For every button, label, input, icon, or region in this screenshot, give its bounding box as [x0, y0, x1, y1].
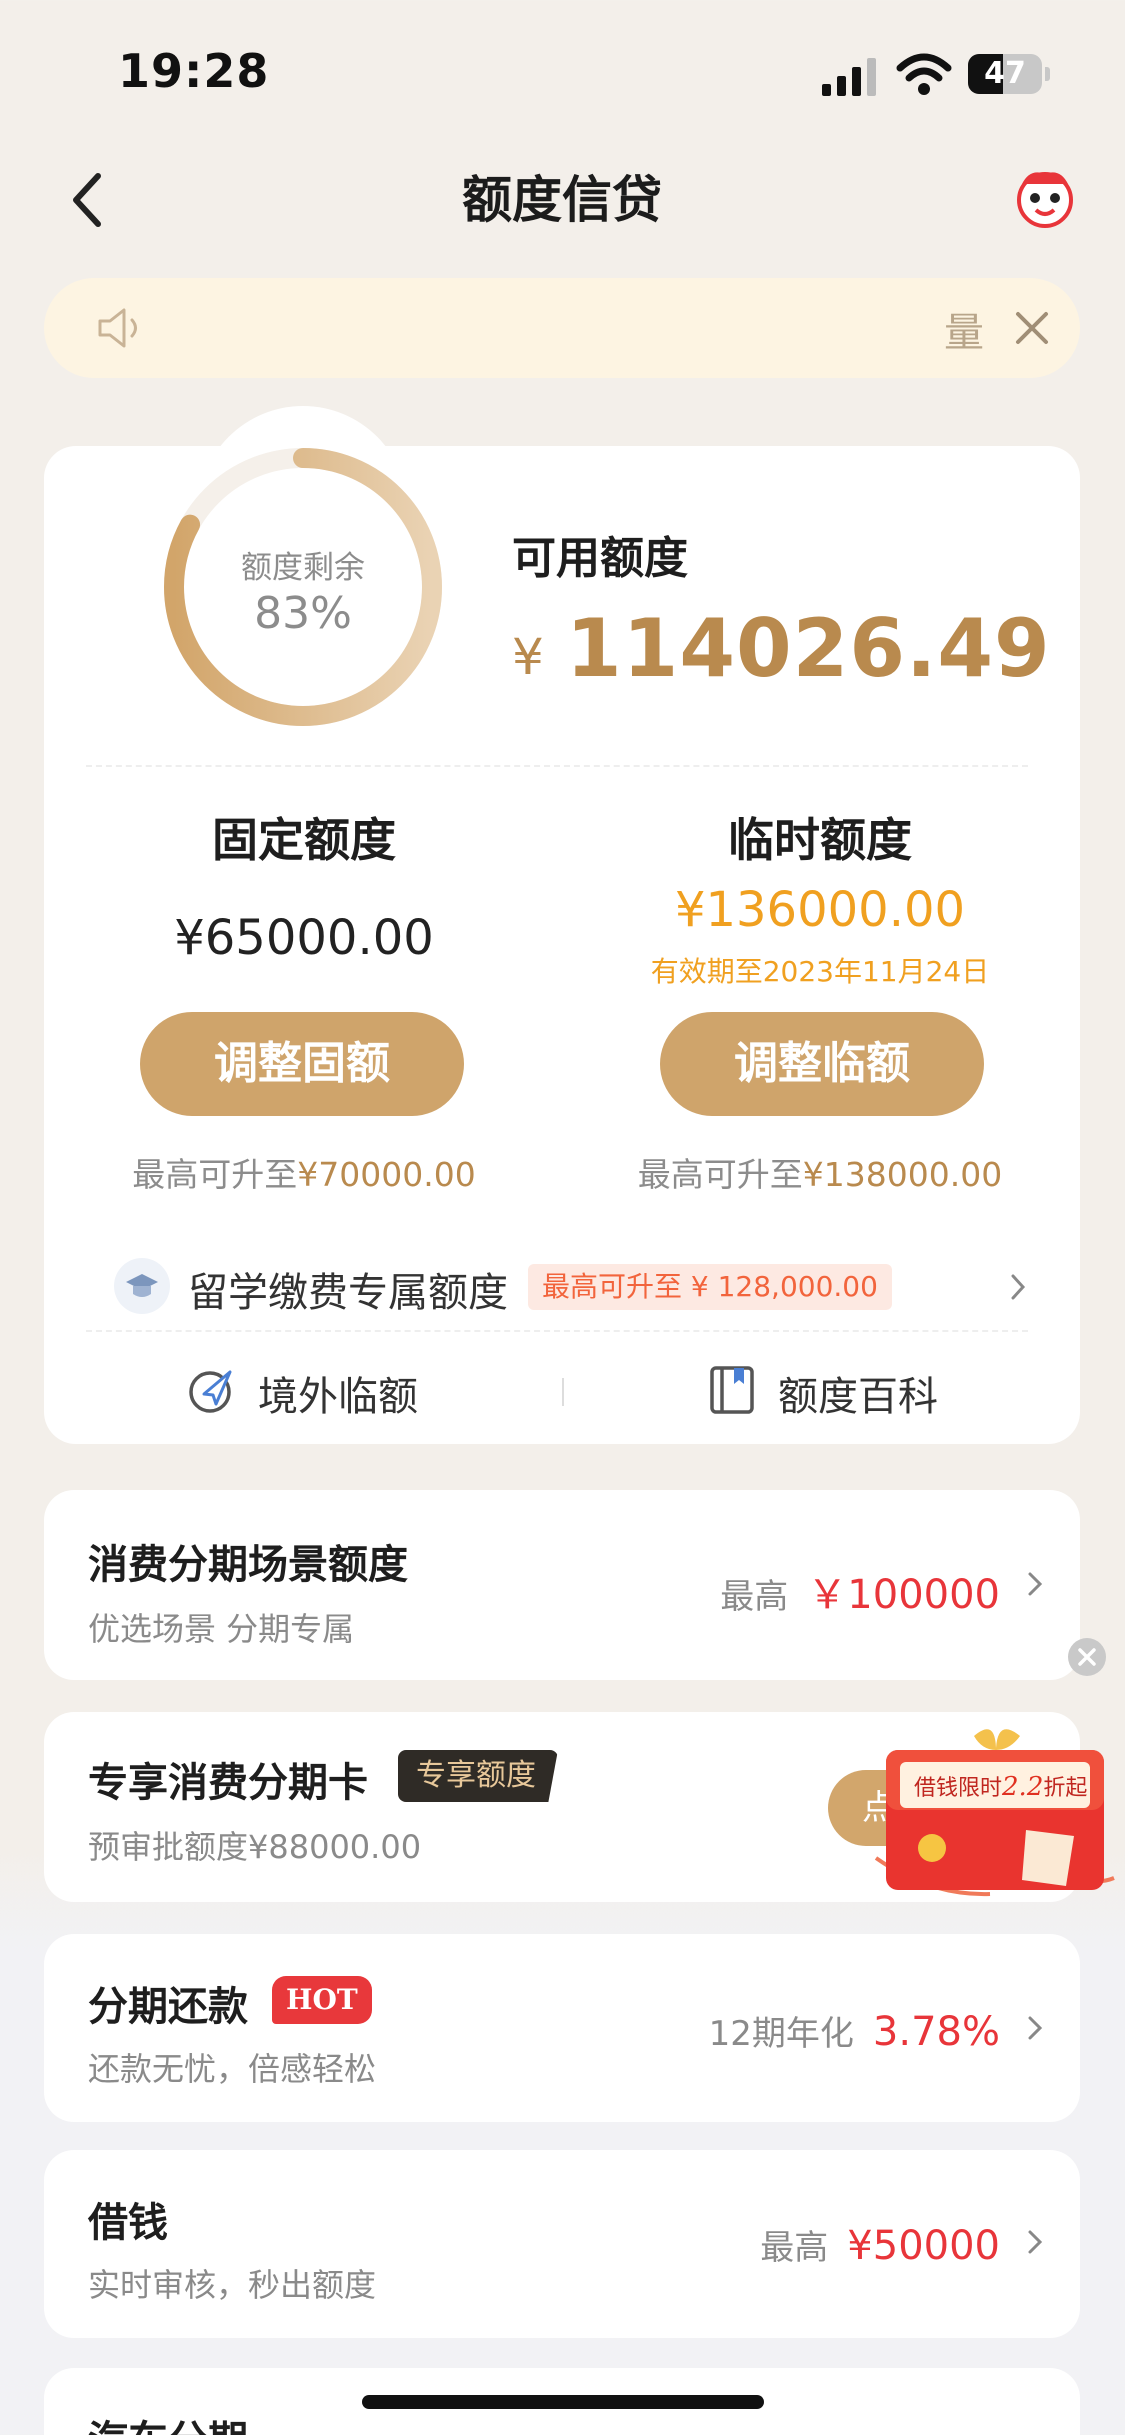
- temp-quota-validity: 有效期至2023年11月24日: [650, 955, 990, 988]
- promo-text: 借钱限时2.2折起: [914, 1770, 1087, 1802]
- study-abroad-badge: 最高可升至 ¥ 128,000.00: [528, 1264, 892, 1310]
- installment-repayment-card[interactable]: 分期还款 HOT 还款无忧，倍感轻松 12期年化 3.78%: [44, 1934, 1080, 2122]
- card-title: 汽车分期: [88, 2408, 248, 2435]
- fixed-max-line: 最高可升至¥70000.00: [84, 1148, 524, 1196]
- status-time: 19:28: [118, 44, 270, 98]
- close-icon[interactable]: [1006, 302, 1058, 354]
- promo-red-envelope[interactable]: 借钱限时2.2折起: [870, 1718, 1120, 1903]
- temp-max-line: 最高可升至¥138000.00: [600, 1148, 1040, 1196]
- speaker-icon: [98, 308, 137, 348]
- quota-ring-chart: [164, 448, 442, 726]
- study-abroad-quota-row[interactable]: 留学缴费专属额度 最高可升至 ¥ 128,000.00: [84, 1254, 1044, 1318]
- currency-symbol: ¥: [512, 628, 544, 686]
- card-subtitle: 优选场景 分期专属: [88, 1610, 355, 1648]
- temp-max-value: ¥138000.00: [802, 1155, 1003, 1194]
- notice-bar[interactable]: 量: [44, 278, 1080, 378]
- promo-text-2: 2.2: [1002, 1772, 1044, 1802]
- promo-text-1: 借钱限时: [914, 1776, 1003, 1801]
- right-label: 最高: [720, 1577, 789, 1617]
- page-title: 额度信贷: [462, 171, 662, 229]
- available-quota-amount: 114026.49: [566, 602, 1051, 695]
- separator: [562, 1378, 564, 1406]
- book-icon: [710, 1366, 754, 1414]
- chevron-right-icon: [1028, 2016, 1043, 2040]
- divider: [86, 765, 1028, 767]
- temp-quota-title: 临时额度: [728, 813, 912, 867]
- divider: [86, 1330, 1028, 1332]
- card-title: 借钱: [88, 2200, 168, 2246]
- study-abroad-label: 留学缴费专属额度: [188, 1270, 508, 1316]
- notice-text: 量: [944, 310, 984, 356]
- temp-max-prefix: 最高可升至: [637, 1155, 803, 1194]
- graduation-cap-icon: [114, 1258, 170, 1314]
- card-title: 分期还款: [88, 1984, 248, 2030]
- fixed-max-value: ¥70000.00: [297, 1155, 476, 1194]
- adjust-temp-quota-button[interactable]: 调整临额: [660, 1012, 984, 1116]
- red-envelope-icon: [874, 1729, 1115, 1897]
- fixed-max-prefix: 最高可升至: [132, 1155, 298, 1194]
- wifi-icon: [896, 53, 952, 95]
- right-value: ￥100000: [807, 1572, 1000, 1618]
- consumer-scene-quota-card[interactable]: 消费分期场景额度 优选场景 分期专属 最高 ￥100000: [44, 1490, 1080, 1680]
- chevron-left-icon[interactable]: [66, 170, 110, 230]
- borrow-card[interactable]: 借钱 实时审核，秒出额度 最高 ¥50000: [44, 2150, 1080, 2338]
- overseas-temp-quota-label: 境外临额: [258, 1374, 418, 1420]
- home-indicator[interactable]: [362, 2395, 764, 2409]
- chevron-right-icon: [1011, 1274, 1026, 1300]
- chevron-right-icon: [1028, 2230, 1043, 2254]
- close-icon[interactable]: [1068, 1638, 1106, 1676]
- card-subtitle: 还款无忧，倍感轻松: [88, 2050, 377, 2088]
- hot-tag: HOT: [272, 1976, 372, 2024]
- available-quota-label: 可用额度: [512, 533, 688, 584]
- card-right: 12期年化 3.78%: [709, 2006, 1000, 2055]
- cellular-signal-icon: [822, 58, 876, 96]
- quota-encyclopedia-label: 额度百科: [778, 1374, 938, 1420]
- promo-text-3: 折起: [1043, 1776, 1088, 1801]
- card-right: 最高 ￥100000: [720, 1562, 1000, 1620]
- ring-percent: 83%: [254, 588, 352, 639]
- card-title: 消费分期场景额度: [88, 1542, 408, 1588]
- fixed-quota-amount: ¥65000.00: [174, 910, 434, 966]
- right-label: 12期年化: [708, 2014, 854, 2054]
- card-right: 最高 ¥50000: [760, 2220, 1000, 2269]
- right-label: 最高: [760, 2228, 829, 2268]
- battery-level: 47: [984, 56, 1026, 91]
- mascot-icon[interactable]: [1012, 164, 1078, 230]
- card-subtitle: 预审批额度¥88000.00: [88, 1828, 422, 1866]
- fixed-quota-title: 固定额度: [212, 813, 396, 867]
- battery-icon: 47: [968, 54, 1050, 94]
- card-title: 专享消费分期卡: [88, 1760, 368, 1806]
- right-value: ¥50000: [847, 2223, 1000, 2269]
- ring-label: 额度剩余: [241, 550, 365, 586]
- exclusive-quota-tag: 专享额度: [398, 1750, 558, 1802]
- right-value: 3.78%: [872, 2009, 1000, 2055]
- temp-quota-amount: ¥136000.00: [674, 882, 966, 938]
- plane-globe-icon: [189, 1370, 232, 1413]
- card-subtitle: 实时审核，秒出额度: [88, 2266, 377, 2304]
- chevron-right-icon: [1028, 1572, 1043, 1596]
- adjust-fixed-quota-button[interactable]: 调整固额: [140, 1012, 464, 1116]
